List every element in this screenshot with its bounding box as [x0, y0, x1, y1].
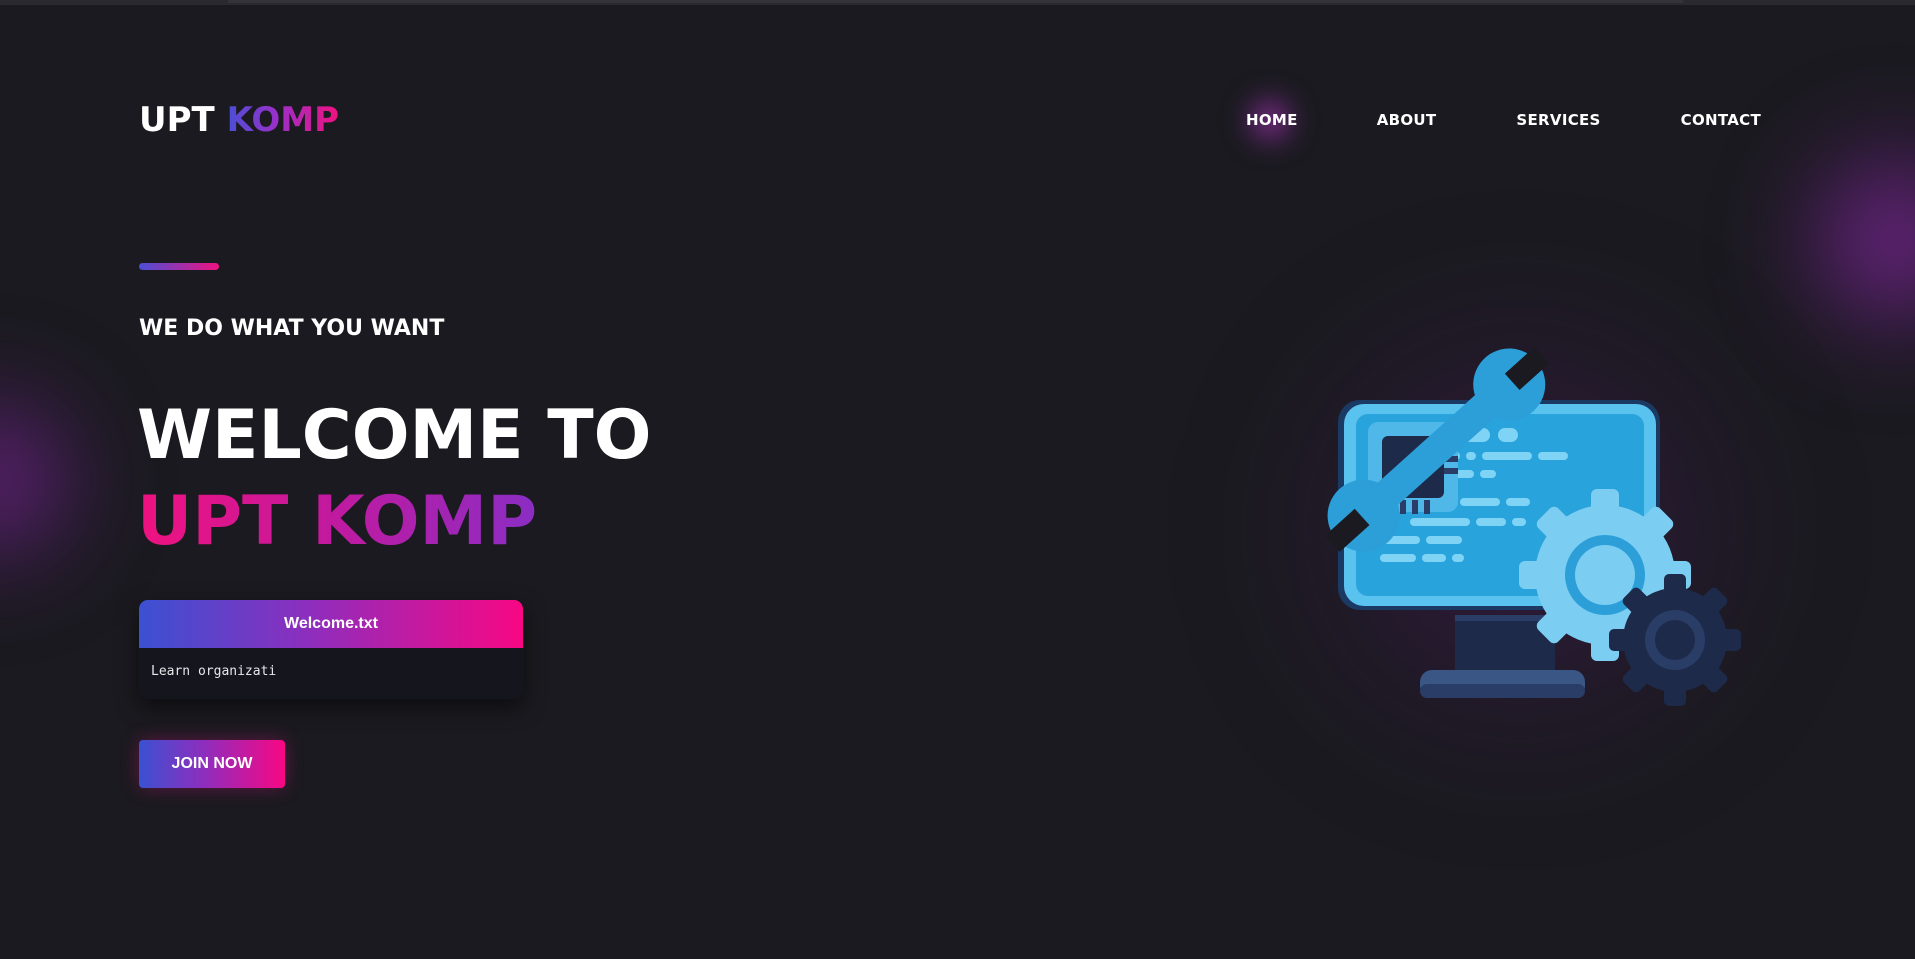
join-now-button[interactable]: JOIN NOW — [139, 740, 285, 788]
browser-top-bar — [0, 0, 1915, 5]
main-nav: HOME ABOUT SERVICES CONTACT — [1246, 111, 1761, 129]
nav-item-about[interactable]: ABOUT — [1377, 111, 1437, 129]
page: UPT KOMP HOME ABOUT SERVICES CONTACT WE … — [0, 0, 1915, 959]
terminal-card: Welcome.txt Learn organizati — [139, 600, 523, 699]
background-glow-left — [0, 360, 100, 600]
terminal-title: Welcome.txt — [284, 615, 378, 632]
terminal-text: Learn organizati — [151, 664, 277, 679]
logo-text-primary: UPT — [139, 100, 227, 140]
computer-repair-illustration — [1325, 346, 1741, 706]
accent-divider — [139, 263, 219, 270]
site-logo[interactable]: UPT KOMP — [139, 100, 339, 140]
hero-tagline: WE DO WHAT YOU WANT — [139, 316, 445, 341]
nav-item-services[interactable]: SERVICES — [1516, 111, 1600, 129]
terminal-header: Welcome.txt — [139, 600, 523, 648]
nav-item-home[interactable]: HOME — [1246, 111, 1298, 129]
nav-item-contact[interactable]: CONTACT — [1681, 111, 1761, 129]
background-glow-right — [1780, 110, 1915, 370]
hero-headline-line1: WELCOME TO — [137, 396, 652, 475]
small-gear-icon — [1609, 574, 1741, 706]
scrollbar-track — [228, 0, 1683, 3]
logo-text-accent: KOMP — [226, 100, 340, 140]
hero-headline-line2: UPT KOMP — [137, 482, 538, 561]
